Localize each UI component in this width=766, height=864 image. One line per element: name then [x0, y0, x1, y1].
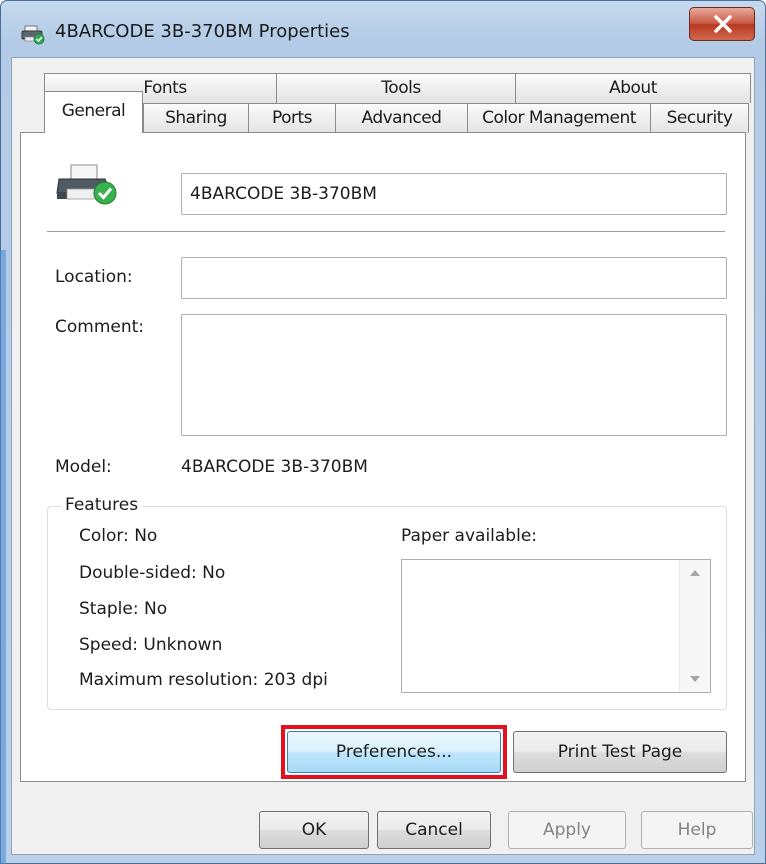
apply-button[interactable]: Apply [508, 811, 626, 849]
location-field[interactable] [181, 257, 727, 299]
tab-about[interactable]: About [515, 73, 751, 103]
features-legend: Features [61, 495, 143, 515]
paper-list-scrollbar[interactable] [679, 560, 710, 692]
print-test-page-button[interactable]: Print Test Page [513, 731, 727, 773]
tab-security[interactable]: Security [650, 103, 749, 133]
tab-advanced[interactable]: Advanced [335, 103, 468, 133]
location-label: Location: [55, 267, 133, 287]
model-value: 4BARCODE 3B-370BM [181, 457, 368, 477]
tab-tools[interactable]: Tools [276, 73, 526, 103]
cancel-button[interactable]: Cancel [377, 811, 491, 849]
paper-available-list[interactable] [401, 559, 711, 693]
ok-button[interactable]: OK [259, 811, 369, 849]
help-button[interactable]: Help [641, 811, 753, 849]
model-label: Model: [55, 457, 112, 477]
feature-double-sided: Double-sided: No [79, 563, 226, 583]
printer-small-icon [21, 25, 45, 45]
tab-sharing[interactable]: Sharing [143, 103, 249, 133]
feature-speed: Speed: Unknown [79, 635, 223, 655]
feature-staple: Staple: No [79, 599, 168, 619]
tab-ports[interactable]: Ports [248, 103, 336, 133]
tab-color-management[interactable]: Color Management [467, 103, 651, 133]
comment-field[interactable] [181, 314, 727, 436]
comment-label: Comment: [55, 317, 145, 337]
paper-available-label: Paper available: [401, 526, 538, 546]
separator [47, 231, 725, 233]
feature-color: Color: No [79, 526, 158, 546]
window-title: 4BARCODE 3B-370BM Properties [55, 21, 350, 42]
preferences-highlight [281, 725, 507, 779]
close-icon [714, 15, 732, 33]
printer-name-field[interactable]: 4BARCODE 3B-370BM [181, 173, 727, 215]
tab-general[interactable]: General [44, 91, 143, 133]
close-button[interactable] [689, 7, 755, 41]
printer-name-value: 4BARCODE 3B-370BM [190, 184, 377, 204]
printer-check-icon [56, 164, 117, 205]
title-bar[interactable]: 4BARCODE 3B-370BM Properties [1, 1, 765, 57]
properties-window: 4BARCODE 3B-370BM Properties Fonts Tools… [0, 0, 766, 864]
scroll-up-icon[interactable] [690, 570, 700, 576]
scroll-down-icon[interactable] [690, 676, 700, 682]
background-window-edge [0, 250, 6, 864]
feature-max-resolution: Maximum resolution: 203 dpi [79, 670, 328, 690]
